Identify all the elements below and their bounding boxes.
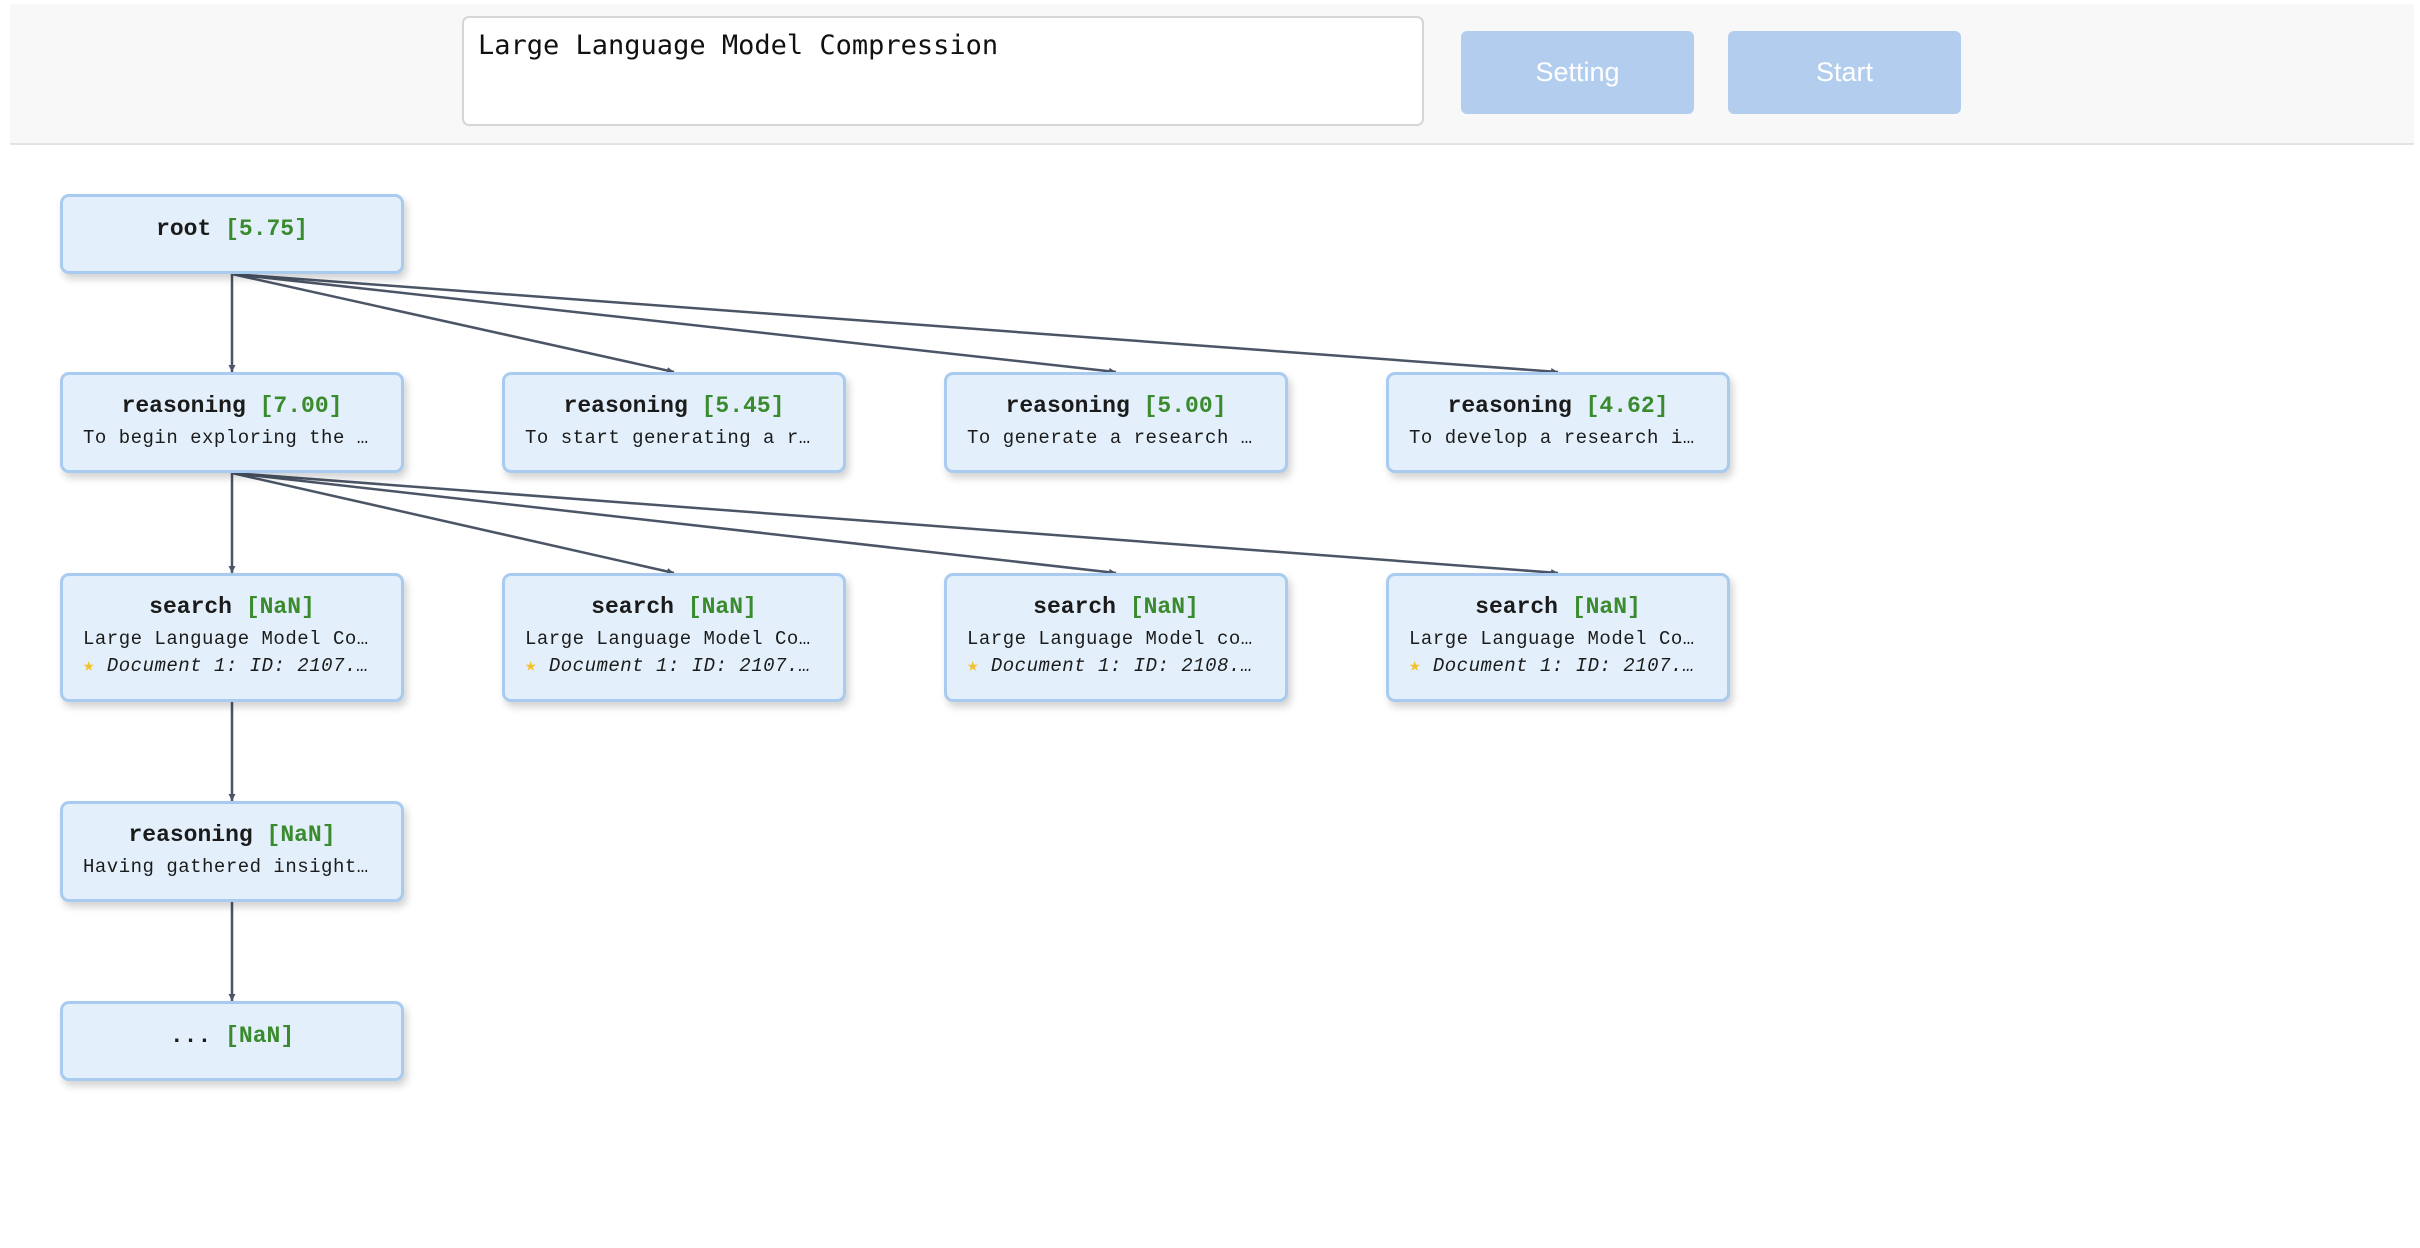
node-type: reasoning	[563, 393, 688, 419]
node-title: reasoning [5.00]	[967, 393, 1265, 419]
node-type: reasoning	[1005, 393, 1130, 419]
tree-node-root[interactable]: root [5.75]	[60, 194, 404, 274]
star-icon: ★	[525, 655, 537, 677]
node-summary: Having gathered insight…	[83, 856, 369, 878]
star-icon: ★	[967, 655, 979, 677]
node-document: ★ Document 1: ID: 2107.…	[83, 654, 381, 677]
node-title: search [NaN]	[83, 594, 381, 620]
node-title: reasoning [4.62]	[1409, 393, 1707, 419]
node-type: reasoning	[121, 393, 246, 419]
star-icon: ★	[1409, 655, 1421, 677]
node-type: reasoning	[128, 822, 253, 848]
node-type: search	[149, 594, 232, 620]
tree-node-search[interactable]: search [NaN] Large Language Model Co… ★ …	[502, 573, 846, 702]
node-score: [4.62]	[1585, 393, 1669, 419]
tree-node-reasoning[interactable]: reasoning [NaN] Having gathered insight…	[60, 801, 404, 902]
document-ref: Document 1: ID: 2107.…	[106, 655, 369, 677]
tree-edge	[231, 471, 1559, 576]
document-ref: Document 1: ID: 2107.…	[548, 655, 811, 677]
tree-node-reasoning[interactable]: reasoning [7.00] To begin exploring the …	[60, 372, 404, 473]
node-type: search	[591, 594, 674, 620]
tree-edge	[231, 471, 1117, 576]
node-score: [NaN]	[266, 822, 336, 848]
node-type: ...	[169, 1023, 212, 1049]
node-summary: To start generating a r…	[525, 427, 811, 449]
node-title: reasoning [7.00]	[83, 393, 381, 419]
node-document: ★ Document 1: ID: 2107.…	[1409, 654, 1707, 677]
tree-node-reasoning[interactable]: reasoning [5.45] To start generating a r…	[502, 372, 846, 473]
tree-edge	[231, 272, 1117, 375]
node-title: search [NaN]	[525, 594, 823, 620]
tree-node-reasoning[interactable]: reasoning [5.00] To generate a research …	[944, 372, 1288, 473]
node-summary: To develop a research i…	[1409, 427, 1695, 449]
node-summary: Large Language Model Co…	[525, 628, 811, 650]
document-ref: Document 1: ID: 2108.…	[990, 655, 1253, 677]
node-score: [NaN]	[245, 594, 315, 620]
tree-node-search[interactable]: search [NaN] Large Language Model Co… ★ …	[1386, 573, 1730, 702]
node-score: [7.00]	[259, 393, 343, 419]
document-ref: Document 1: ID: 2107.…	[1432, 655, 1695, 677]
node-title: root [5.75]	[83, 216, 381, 242]
node-type: reasoning	[1447, 393, 1572, 419]
tree-edge	[231, 272, 1559, 375]
node-type: search	[1475, 594, 1558, 620]
tree-node-reasoning[interactable]: reasoning [4.62] To develop a research i…	[1386, 372, 1730, 473]
star-icon: ★	[83, 655, 95, 677]
node-score: [5.45]	[701, 393, 785, 419]
node-score: [NaN]	[1571, 594, 1641, 620]
node-summary: To begin exploring the …	[83, 427, 369, 449]
tree-edge	[231, 471, 675, 575]
node-type: root	[156, 216, 212, 242]
node-summary: To generate a research …	[967, 427, 1253, 449]
node-score: [NaN]	[1129, 594, 1199, 620]
tree-node-search[interactable]: search [NaN] Large Language Model co… ★ …	[944, 573, 1288, 702]
node-title: search [NaN]	[1409, 594, 1707, 620]
node-document: ★ Document 1: ID: 2108.…	[967, 654, 1265, 677]
node-title: ... [NaN]	[83, 1023, 381, 1049]
node-document: ★ Document 1: ID: 2107.…	[525, 654, 823, 677]
node-title: search [NaN]	[967, 594, 1265, 620]
node-title: reasoning [NaN]	[83, 822, 381, 848]
node-summary: Large Language Model Co…	[1409, 628, 1695, 650]
node-title: reasoning [5.45]	[525, 393, 823, 419]
node-score: [5.75]	[225, 216, 308, 242]
node-score: [NaN]	[687, 594, 757, 620]
tree-edge	[231, 272, 675, 374]
node-score: [5.00]	[1143, 393, 1227, 419]
tree-node-more[interactable]: ... [NaN]	[60, 1001, 404, 1081]
node-summary: Large Language Model Co…	[83, 628, 369, 650]
node-summary: Large Language Model co…	[967, 628, 1253, 650]
node-type: search	[1033, 594, 1116, 620]
tree-node-search[interactable]: search [NaN] Large Language Model Co… ★ …	[60, 573, 404, 702]
node-score: [NaN]	[225, 1023, 295, 1049]
